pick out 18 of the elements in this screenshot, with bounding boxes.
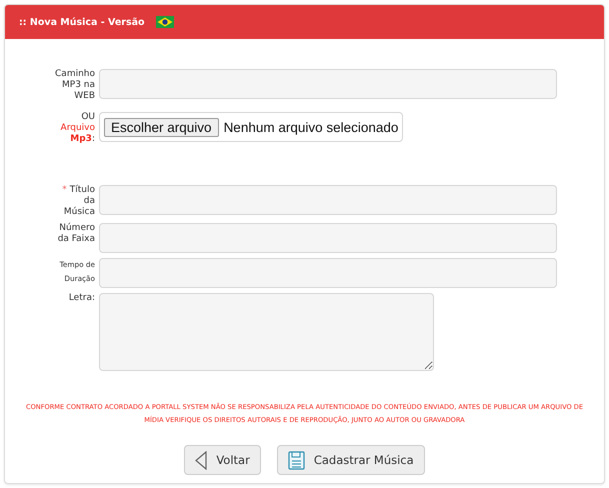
- file-status: Nenhum arquivo selecionado: [224, 120, 398, 134]
- triangle-left-icon: [195, 450, 208, 470]
- field-label: Letra:: [68, 293, 95, 304]
- text-field[interactable]: [99, 223, 557, 253]
- text-field[interactable]: [99, 69, 557, 99]
- field-label: OU Arquivo Mp3:: [60, 112, 95, 145]
- field-label: Caminho MP3 na WEB: [55, 69, 95, 102]
- lyrics-field[interactable]: [99, 293, 434, 371]
- field-label: * Título da Música: [61, 185, 95, 218]
- back-button[interactable]: Voltar: [184, 445, 261, 475]
- save-button[interactable]: Cadastrar Música: [276, 445, 425, 475]
- file-picker[interactable]: Escolher arquivo Nenhum arquivo selecionado: [99, 112, 404, 142]
- page-title: :: Nova Música - Versão: [19, 16, 145, 28]
- choose-file-button[interactable]: Escolher arquivo: [104, 118, 219, 136]
- field-label: Número da Faixa: [56, 223, 95, 245]
- text-field[interactable]: [99, 185, 557, 215]
- brazil-flag-icon: [156, 16, 174, 28]
- text-field[interactable]: [99, 258, 557, 288]
